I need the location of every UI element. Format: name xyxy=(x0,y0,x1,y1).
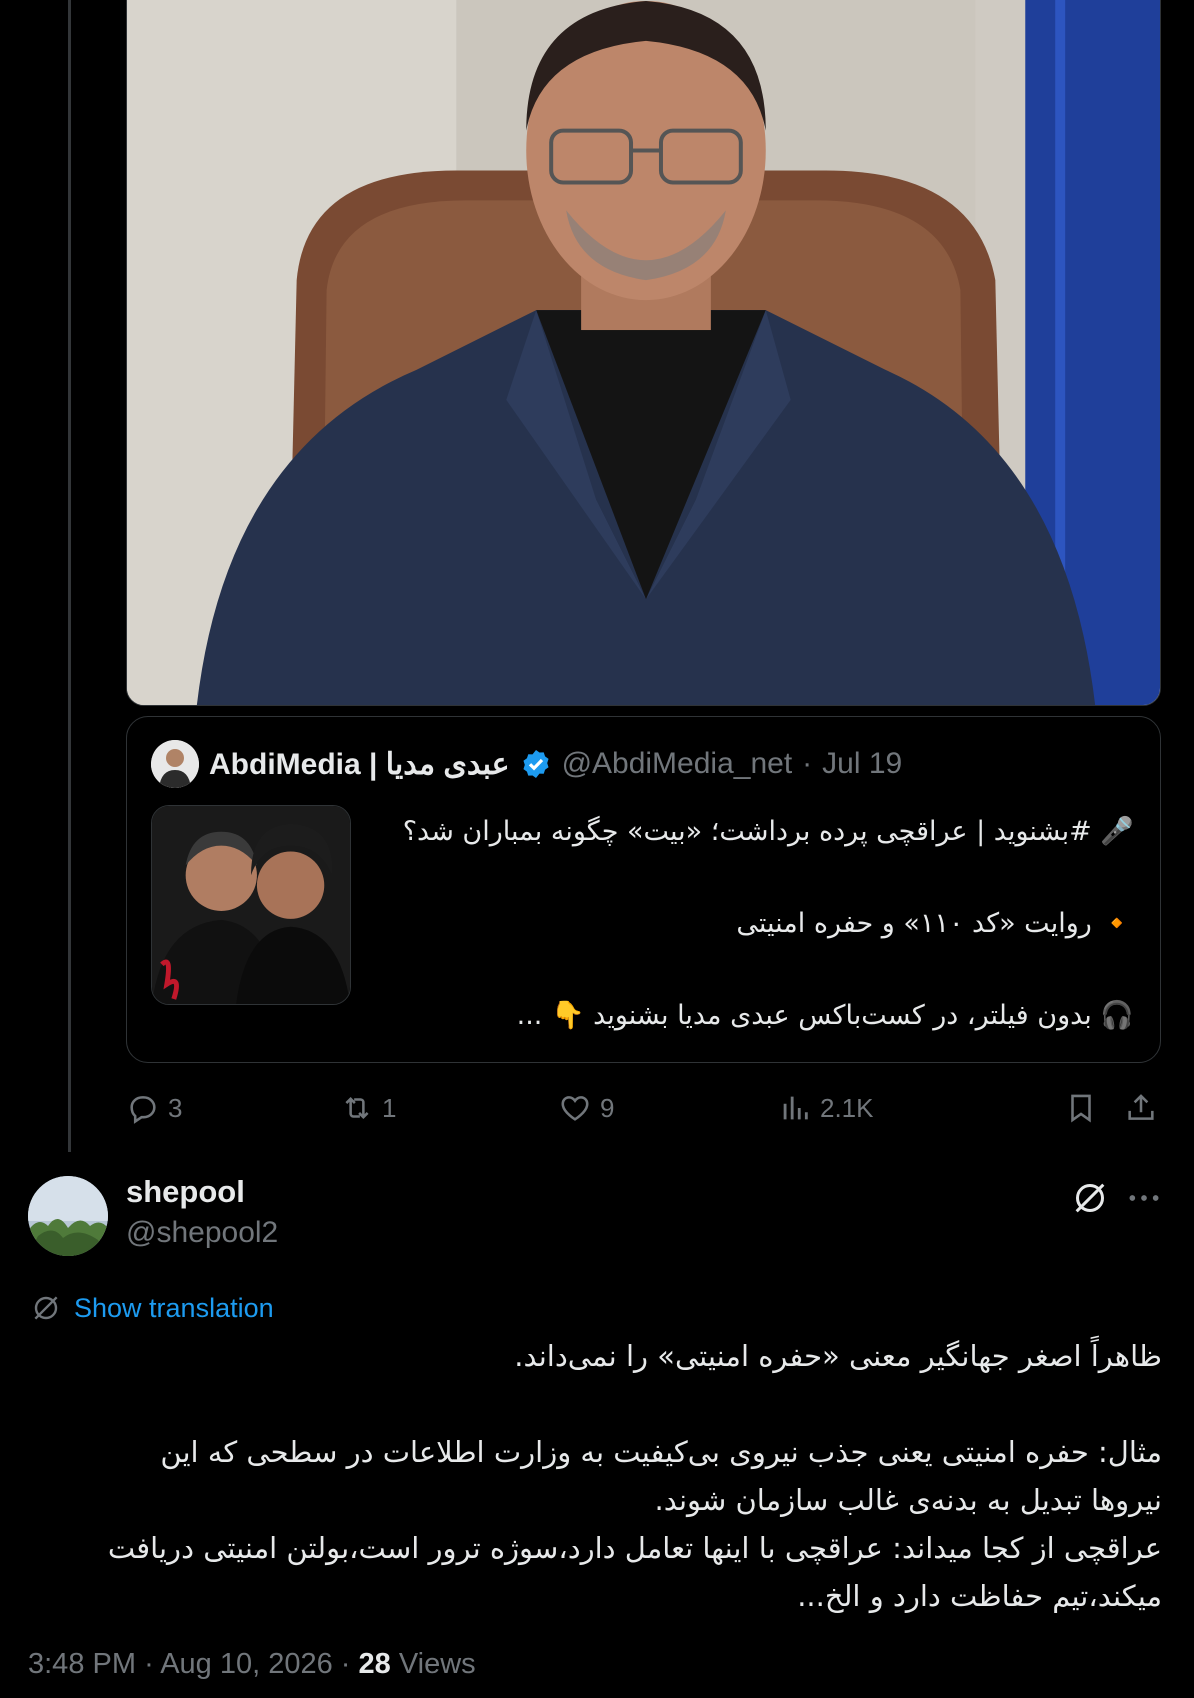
verified-badge-icon xyxy=(523,750,549,778)
repost-button[interactable]: 1 xyxy=(340,1088,396,1128)
meta-separator: · xyxy=(340,1648,359,1680)
user-avatar[interactable] xyxy=(28,1176,108,1256)
quoted-date[interactable]: Jul 19 xyxy=(822,747,902,781)
heart-icon xyxy=(561,1096,589,1121)
reply-text-line: مثال: حفره امنیتی یعنی جذب نیروی بی‌کیفی… xyxy=(160,1435,1162,1469)
quoted-line-1: 🎤 #بشنوید | عراقچی پرده برداشت؛ «بیت» چگ… xyxy=(402,816,1134,847)
action-bar: 3 1 9 2.1K xyxy=(126,1088,1161,1128)
quoted-tweet-text: 🎤 #بشنوید | عراقچی پرده برداشت؛ «بیت» چگ… xyxy=(374,809,1134,1039)
quoted-avatar[interactable] xyxy=(151,740,199,788)
reply-text-line: نیروها تبدیل به بدنه‌ی غالب سازمان شوند. xyxy=(654,1483,1163,1517)
share-icon xyxy=(1128,1094,1154,1120)
show-translation-label[interactable]: Show translation xyxy=(74,1293,274,1324)
quoted-tweet-header: AbdiMedia | عبدی مدیا @AbdiMedia_net · J… xyxy=(151,740,902,788)
show-translation-link[interactable]: Show translation xyxy=(30,1290,274,1326)
user-display-name[interactable]: shepool xyxy=(126,1174,245,1210)
meta-separator: · xyxy=(144,1648,161,1680)
share-button[interactable] xyxy=(1124,1088,1158,1128)
views-chart-icon xyxy=(783,1096,808,1120)
portrait-photo xyxy=(127,0,1160,705)
reply-icon xyxy=(130,1096,156,1124)
repost-count: 1 xyxy=(382,1092,397,1123)
views-count: 2.1K xyxy=(820,1092,874,1123)
tweet-views-count: 28 xyxy=(358,1648,391,1680)
tweet-date[interactable]: Aug 10, 2026 xyxy=(160,1648,333,1680)
reply-text-line: میکند،تیم حفاظت دارد و الخ... xyxy=(797,1579,1162,1613)
repost-icon xyxy=(345,1096,369,1120)
quoted-thumbnail-image xyxy=(152,806,350,1004)
thread-line xyxy=(68,0,71,1152)
translate-icon xyxy=(34,1296,58,1320)
grok-icon[interactable] xyxy=(1070,1178,1110,1218)
tweet-views-label: Views xyxy=(398,1648,476,1680)
user-handle[interactable]: @shepool2 xyxy=(126,1216,278,1250)
tweet-photo[interactable] xyxy=(126,0,1161,706)
like-button[interactable]: 9 xyxy=(558,1088,614,1128)
views-button[interactable]: 2.1K xyxy=(778,1088,874,1128)
like-count: 9 xyxy=(600,1092,615,1123)
reply-text-line: عراقچی از کجا میداند: عراقچی با اینها تع… xyxy=(107,1531,1162,1565)
quoted-line-3: 🎧 بدون فیلتر، در کست‌باکس عبدی مدیا بشنو… xyxy=(516,1000,1134,1031)
reply-button[interactable]: 3 xyxy=(126,1088,182,1128)
quoted-thumbnail[interactable] xyxy=(151,805,351,1005)
tweet-meta: 3:48 PM · Aug 10, 2026 · 28 Views xyxy=(28,1648,476,1681)
more-options-icon[interactable] xyxy=(1124,1178,1164,1218)
tweet-time[interactable]: 3:48 PM xyxy=(28,1648,136,1680)
reply-text-line: ظاهراً اصغر جهانگیر معنی «حفره امنیتی» ر… xyxy=(514,1339,1162,1373)
reply-tweet-text: ظاهراً اصغر جهانگیر معنی «حفره امنیتی» ر… xyxy=(30,1332,1162,1620)
bookmark-icon xyxy=(1071,1094,1091,1123)
quoted-handle[interactable]: @AbdiMedia_net xyxy=(562,747,793,781)
reply-count: 3 xyxy=(168,1092,183,1123)
bookmark-button[interactable] xyxy=(1064,1088,1098,1128)
quoted-display-name[interactable]: AbdiMedia | عبدی مدیا xyxy=(209,747,510,782)
quoted-tweet-card[interactable]: AbdiMedia | عبدی مدیا @AbdiMedia_net · J… xyxy=(126,716,1161,1063)
quoted-line-2: 🔸 روایت «کد ۱۱۰» و حفره امنیتی xyxy=(736,908,1134,939)
quoted-separator: · xyxy=(802,747,813,780)
